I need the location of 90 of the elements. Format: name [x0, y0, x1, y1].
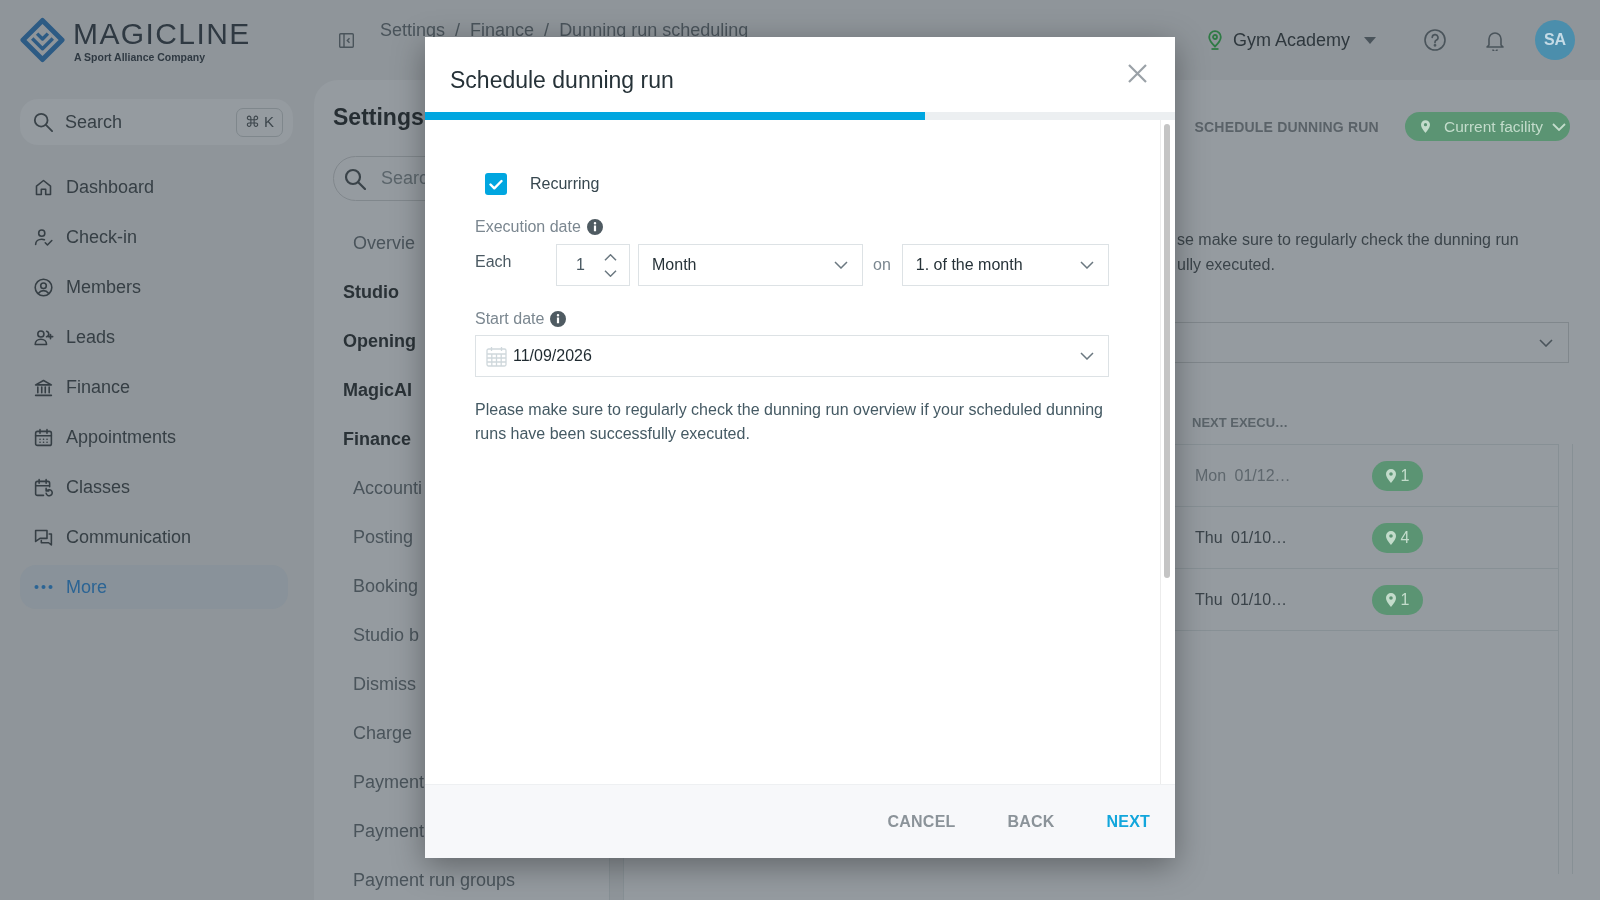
logo-wordmark: MAGICLINE [73, 19, 251, 49]
info-icon [586, 219, 603, 235]
field-label: Each [475, 252, 513, 272]
field-label: Start date [475, 309, 545, 329]
day-select[interactable]: 1. of the month [901, 244, 1109, 286]
nav-item[interactable]: Check-in [20, 215, 288, 259]
breadcrumb-current: Dunning run scheduling [559, 19, 749, 41]
submenu-link[interactable]: Accounti [353, 478, 423, 499]
checkbox[interactable] [485, 173, 507, 195]
submenu-link[interactable]: Payment [353, 772, 425, 793]
count-text: 4 [1400, 528, 1410, 547]
scrollbar-thumb[interactable] [1164, 124, 1170, 578]
search-button[interactable]: Search ⌘ K [20, 99, 293, 145]
breadcrumb-link[interactable]: Finance [470, 19, 535, 41]
calendar-icon [33, 426, 54, 448]
info-icon [550, 311, 567, 327]
location-pin-icon [1206, 30, 1223, 50]
user-avatar[interactable]: SA [1535, 20, 1575, 60]
location-pin-icon [1385, 468, 1396, 483]
text-button[interactable]: BACK [995, 804, 1067, 839]
menu-section[interactable]: Finance [343, 429, 412, 450]
notice-text: se make sure to regularly check the dunning run [1177, 230, 1519, 250]
submenu-link[interactable]: Booking [353, 576, 419, 597]
calendar-icon [486, 345, 507, 367]
nav-item[interactable]: Finance [20, 365, 288, 409]
chevron-down-icon [1079, 261, 1094, 269]
number-field[interactable]: 1 [556, 244, 630, 286]
nav-item[interactable]: Leads [20, 315, 288, 359]
close-icon[interactable] [1128, 64, 1147, 83]
stepper-down-icon[interactable] [604, 269, 617, 277]
chevron-down-icon [1552, 122, 1566, 131]
column-header: NEXT EXECU… [1192, 414, 1289, 430]
location-pin-icon [1420, 120, 1430, 133]
chevron-down-icon [1539, 338, 1553, 347]
field-label: on [873, 255, 891, 275]
panel-title: Settings [333, 103, 424, 132]
location-pin-icon [1385, 592, 1396, 607]
info-text: Please make sure to regularly check the dunning run overview if your scheduled dunning runs have been successfully executed. [475, 400, 1104, 444]
next-button[interactable]: NEXT [1094, 804, 1162, 839]
help-icon[interactable] [1424, 29, 1446, 51]
caret-icon [1364, 36, 1376, 44]
count-text: 1 [1400, 466, 1410, 485]
user-circle-icon [33, 276, 54, 298]
user-check-icon [33, 226, 54, 248]
menu-section[interactable]: Opening [343, 331, 416, 352]
submenu-link[interactable]: Studio b [353, 625, 420, 646]
search-icon [33, 112, 53, 132]
stepper-up-icon[interactable] [604, 253, 617, 261]
notice-text: ully executed. [1177, 255, 1275, 275]
submenu-link[interactable]: Payment run groups [353, 870, 516, 891]
nav-item[interactable]: Communication [20, 515, 288, 559]
count-text: 1 [1400, 590, 1410, 609]
submenu-link[interactable]: Charge [353, 723, 413, 744]
breadcrumb-separator: / [544, 19, 550, 41]
bell-icon[interactable] [1486, 29, 1504, 51]
diamond-logo-icon [20, 17, 65, 63]
logo-tagline: A Sport Alliance Company [74, 51, 207, 63]
chevron-down-icon [1080, 352, 1094, 360]
table-cell-text: Thu 01/10… [1195, 590, 1289, 609]
menu-section[interactable]: Studio [343, 282, 399, 303]
checkbox-label: Recurring [530, 175, 600, 193]
schedule-button[interactable]: SCHEDULE DUNNING RUN [1194, 118, 1379, 135]
nav-item[interactable]: Members [20, 265, 288, 309]
check-icon [489, 178, 503, 190]
panel-toggle-icon[interactable] [339, 32, 354, 48]
location-pin-icon [1385, 530, 1396, 545]
chevron-down-icon [834, 261, 848, 269]
nav-item[interactable]: Classes [20, 465, 288, 509]
submenu-link[interactable]: Dismiss [353, 674, 416, 695]
submenu-link[interactable]: Posting [353, 527, 414, 548]
search-icon [344, 167, 366, 190]
text-button[interactable]: CANCEL [875, 804, 968, 839]
dots-icon [33, 584, 54, 590]
nav-item[interactable]: More [20, 565, 288, 609]
breadcrumb-separator: / [455, 19, 461, 41]
submenu-link[interactable]: Payment [353, 821, 425, 842]
unit-select[interactable]: Month [638, 244, 863, 286]
table-cell-text: Thu 01/10… [1195, 528, 1289, 547]
menu-section[interactable]: MagicAI [343, 380, 412, 401]
facility-switcher[interactable]: Gym Academy [1206, 29, 1376, 51]
date-field[interactable]: 11/09/2026 [475, 335, 1109, 377]
nav-item[interactable]: Appointments [20, 415, 288, 459]
facility-filter-button[interactable]: Current facility [1404, 112, 1570, 141]
submenu-link[interactable]: Overvie [353, 233, 415, 254]
breadcrumb-link[interactable]: Settings [380, 19, 446, 41]
nav-item[interactable]: Dashboard [20, 165, 288, 209]
dialog-title: Schedule dunning run [450, 67, 674, 94]
field-label: Execution date [475, 217, 581, 237]
calendar-refresh-icon [33, 476, 54, 498]
keyboard-shortcut: ⌘ K [236, 107, 283, 137]
